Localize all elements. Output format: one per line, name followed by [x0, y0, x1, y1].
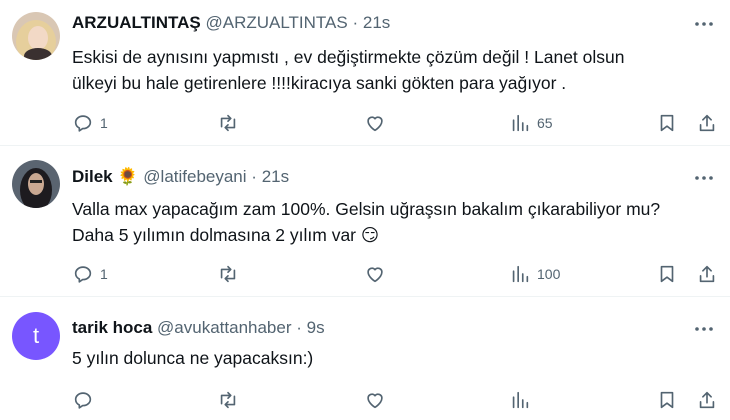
separator-dot: · [296, 318, 302, 337]
avatar[interactable] [12, 160, 60, 208]
views-button[interactable]: 100 [509, 262, 560, 286]
reply-button[interactable]: 1 [72, 262, 108, 286]
share-button[interactable] [696, 111, 718, 135]
reply-icon [74, 392, 92, 409]
timestamp[interactable]: 9s [307, 318, 325, 337]
bookmark-icon [660, 391, 674, 409]
smirk-emoji: 😏 [360, 225, 380, 245]
repost-button[interactable] [217, 111, 245, 135]
sunflower-emoji: 🌻 [117, 167, 139, 186]
reply-button[interactable]: 1 [72, 111, 108, 135]
avatar[interactable] [12, 12, 60, 60]
username[interactable]: @ARZUALTINTAS [205, 13, 347, 32]
tweet-text-line: 5 yılın dolunca ne yapacaksın:) [72, 348, 314, 368]
heart-icon [367, 116, 383, 132]
views-icon [512, 114, 529, 132]
repost-button[interactable] [217, 388, 245, 412]
bookmark-icon [660, 265, 674, 283]
separator-dot: · [352, 13, 359, 32]
tweet-actions: 1 100 [72, 262, 726, 286]
views-icon [512, 265, 529, 283]
views-icon [512, 391, 529, 409]
tweet-text-line: Daha 5 yılımın dolmasına 2 yılım var 😏 [72, 222, 712, 248]
bookmark-button[interactable] [656, 388, 678, 412]
tweet-text: Valla max yapacağım zam 100%. Gelsin uğr… [72, 196, 712, 248]
views-button[interactable] [509, 388, 537, 412]
more-options-icon[interactable] [692, 166, 716, 190]
tweet-text-line: Eskisi de aynısını yapmıstı , ev değişti… [72, 47, 625, 67]
tweet-text-line: ülkeyi bu hale getirenlere !!!!kiracıya … [72, 73, 567, 93]
share-button[interactable] [696, 262, 718, 286]
username[interactable]: @avukattanhaber [157, 318, 291, 337]
display-name[interactable]: ARZUALTINTAŞ [72, 13, 201, 32]
heart-icon [367, 267, 383, 283]
share-button[interactable] [696, 388, 718, 412]
like-button[interactable] [364, 111, 392, 135]
share-icon [699, 114, 715, 132]
reply-count: 1 [100, 115, 108, 131]
bookmark-icon [660, 114, 674, 132]
repost-button[interactable] [217, 262, 245, 286]
tweet-text-fragment: Daha 5 yılımın dolmasına 2 yılım var [72, 225, 356, 245]
tweet-3[interactable]: t tarik hoca @avukattanhaber · 9s 5 yılı… [0, 297, 730, 420]
share-icon [699, 265, 715, 283]
reply-count: 1 [100, 266, 108, 282]
repost-icon [220, 265, 236, 283]
view-count: 65 [537, 115, 553, 131]
reply-button[interactable] [72, 388, 100, 412]
tweet-text: 5 yılın dolunca ne yapacaksın:) [72, 345, 712, 371]
timestamp[interactable]: 21s [262, 167, 289, 186]
views-button[interactable]: 65 [509, 111, 553, 135]
reply-icon [74, 115, 92, 132]
display-name[interactable]: tarik hoca [72, 318, 152, 337]
reply-icon [74, 266, 92, 283]
view-count: 100 [537, 266, 561, 282]
heart-icon [367, 393, 383, 409]
like-button[interactable] [364, 388, 392, 412]
avatar[interactable]: t [12, 312, 60, 360]
more-options-icon[interactable] [692, 12, 716, 36]
username[interactable]: @latifebeyani [143, 167, 246, 186]
tweet-text: Eskisi de aynısını yapmıstı , ev değişti… [72, 44, 712, 96]
tweet-actions [72, 388, 726, 412]
tweet-actions: 1 65 [72, 111, 726, 135]
bookmark-button[interactable] [656, 111, 678, 135]
separator-dot: · [251, 167, 257, 186]
bookmark-button[interactable] [656, 262, 678, 286]
display-name[interactable]: Dilek [72, 167, 113, 186]
repost-icon [220, 114, 236, 132]
share-icon [699, 391, 715, 409]
avatar-letter: t [32, 323, 40, 348]
like-button[interactable] [364, 262, 392, 286]
timestamp[interactable]: 21s [363, 13, 390, 32]
tweet-1[interactable]: ARZUALTINTAŞ @ARZUALTINTAS · 21s Eskisi … [0, 0, 730, 145]
tweet-2[interactable]: Dilek 🌻 @latifebeyani · 21s Valla max ya… [0, 146, 730, 296]
more-options-icon[interactable] [692, 317, 716, 341]
repost-icon [220, 391, 236, 409]
tweet-text-line: Valla max yapacağım zam 100%. Gelsin uğr… [72, 199, 661, 219]
